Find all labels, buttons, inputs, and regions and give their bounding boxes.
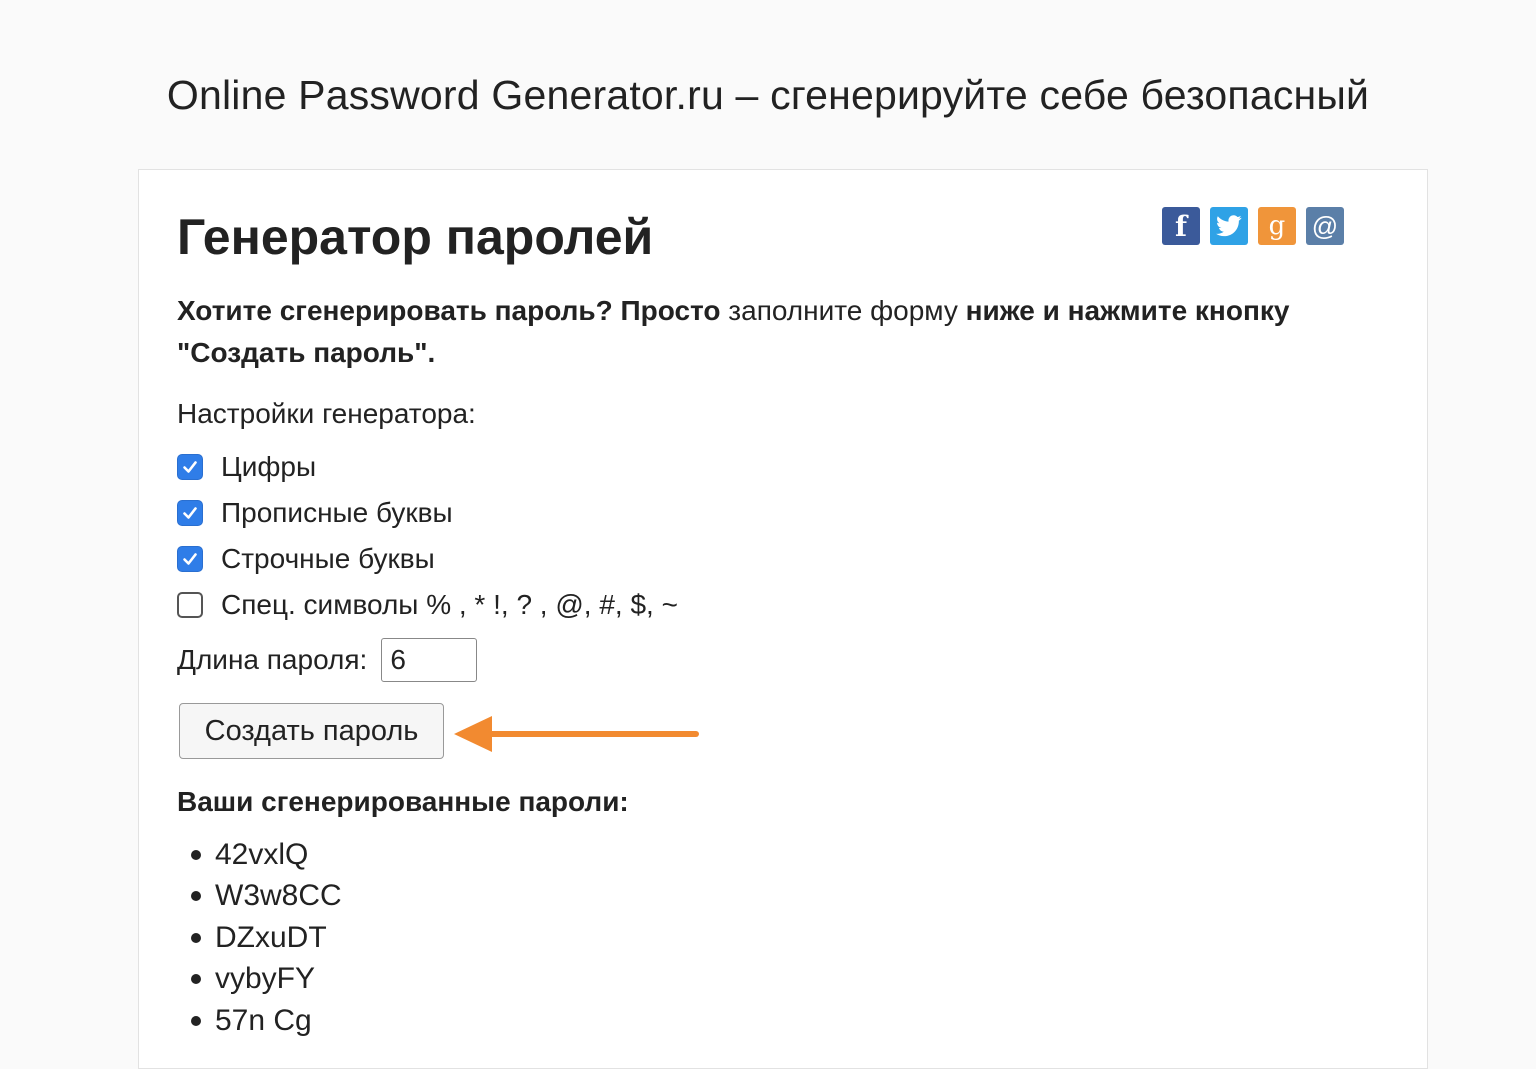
bullet-icon	[191, 849, 201, 860]
bullet-icon	[191, 1015, 201, 1026]
arrow-pointer-icon	[454, 716, 699, 752]
password-list: 42vxlQ W3w8CC DZxuDT vybyFY 57n Cg	[177, 834, 342, 1042]
mail-icon: @	[1311, 210, 1339, 241]
lowercase-label: Строчные буквы	[221, 543, 435, 574]
lowercase-checkbox[interactable]	[177, 546, 203, 572]
password-item: 42vxlQ	[177, 834, 342, 876]
checkmark-icon	[183, 553, 197, 565]
special-chars-label: Спец. символы % , * !, ? , @, #, $, ~	[221, 589, 678, 620]
password-length-row: Длина пароля:	[177, 638, 478, 682]
uppercase-label: Прописные буквы	[221, 497, 453, 528]
password-value: W3w8CC	[215, 879, 342, 913]
digits-label: Цифры	[221, 451, 317, 482]
bullet-icon	[191, 974, 201, 985]
panel-title: Генератор паролей	[177, 209, 654, 265]
password-value: 57n Cg	[215, 1003, 312, 1037]
intro-text-bold-start: Хотите сгенерировать пароль? Просто	[177, 295, 721, 326]
option-lowercase[interactable]: Строчные буквы	[177, 543, 435, 575]
mail-share-button[interactable]: @	[1306, 207, 1344, 245]
option-special-chars[interactable]: Спец. символы % , * !, ? , @, #, $, ~	[177, 589, 678, 621]
password-length-input[interactable]	[381, 638, 478, 682]
settings-label: Настройки генератора:	[177, 398, 476, 429]
facebook-icon: f	[1174, 209, 1188, 243]
password-item: W3w8CC	[177, 876, 342, 918]
twitter-share-button[interactable]	[1210, 207, 1248, 245]
password-value: 42vxlQ	[215, 837, 309, 871]
generator-panel: Генератор паролей f g @ Хотите сгенериро…	[138, 169, 1428, 1069]
password-item: 57n Cg	[177, 1000, 342, 1042]
generate-password-button[interactable]: Создать пароль	[179, 703, 444, 759]
password-value: DZxuDT	[215, 920, 327, 954]
option-uppercase[interactable]: Прописные буквы	[177, 497, 453, 529]
password-item: vybyFY	[177, 959, 342, 1001]
uppercase-checkbox[interactable]	[177, 500, 203, 526]
facebook-share-button[interactable]: f	[1162, 207, 1200, 245]
results-title: Ваши сгенерированные пароли:	[177, 786, 629, 817]
intro-text-regular: заполните форму	[720, 295, 966, 326]
bullet-icon	[191, 932, 201, 943]
google-share-button[interactable]: g	[1258, 207, 1296, 245]
password-value: vybyFY	[215, 962, 316, 996]
special-chars-checkbox[interactable]	[177, 592, 203, 618]
intro-text: Хотите сгенерировать пароль? Просто запо…	[177, 290, 1377, 374]
social-share-bar: f g @	[1162, 207, 1344, 245]
password-item: DZxuDT	[177, 917, 342, 959]
google-icon: g	[1268, 211, 1286, 241]
site-title: Online Password Generator.ru – сгенериру…	[166, 72, 1370, 118]
password-length-label: Длина пароля:	[177, 644, 368, 675]
digits-checkbox[interactable]	[177, 454, 203, 480]
checkmark-icon	[183, 507, 197, 519]
option-digits[interactable]: Цифры	[177, 451, 316, 483]
checkmark-icon	[183, 461, 197, 473]
twitter-icon	[1216, 215, 1242, 237]
bullet-icon	[191, 891, 201, 902]
